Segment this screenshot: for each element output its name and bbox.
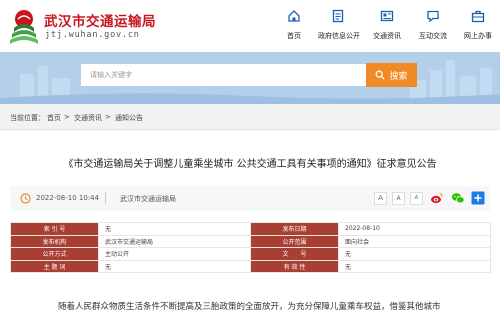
breadcrumb-traffic-news[interactable]: 交通资讯 <box>74 113 102 123</box>
article-source: 武汉市交通运输局 <box>120 195 176 203</box>
info-key: 公开范围 <box>250 234 339 248</box>
chat-icon <box>427 10 439 23</box>
nav-home-label: 首页 <box>287 32 301 40</box>
nav-interaction-label: 互动交流 <box>419 32 447 40</box>
info-key: 发布机构 <box>10 234 99 248</box>
home-icon <box>288 10 300 22</box>
article-body-paragraph: 随着人民群众物质生活条件不断提高及三胎政策的全面放开，为充分保障儿童乘车权益，借… <box>58 302 441 312</box>
nav-online-service[interactable]: 网上办事 <box>458 9 498 45</box>
wuhan-transport-logo-icon[interactable] <box>8 6 40 46</box>
search-button[interactable]: 搜索 <box>366 63 417 87</box>
nav-online-service-label: 网上办事 <box>464 32 492 40</box>
nav-gov-info[interactable]: 政府信息公开 <box>318 9 360 45</box>
meta-divider <box>105 192 106 204</box>
nav-traffic-news-label: 交通资讯 <box>373 32 401 40</box>
breadcrumb-notices[interactable]: 通知公告 <box>115 113 143 123</box>
breadcrumb-separator: > <box>64 113 70 121</box>
nav-home[interactable]: 首页 <box>274 9 314 45</box>
info-key: 发布日期 <box>250 222 339 236</box>
weibo-icon[interactable] <box>430 191 444 205</box>
font-size-large-button[interactable]: A <box>374 192 387 205</box>
article-meta-bar: 2022-08-10 10:44 武汉市交通运输局 A A A <box>10 186 490 211</box>
info-key: 文 号 <box>250 247 339 261</box>
site-url: jtj.wuhan.gov.cn <box>45 30 140 40</box>
table-row: 公开方式 主动公开 文 号 无 <box>10 247 491 261</box>
document-icon <box>332 9 344 23</box>
info-key: 索 引 号 <box>10 222 99 236</box>
font-size-small-button[interactable]: A <box>410 192 423 205</box>
search-button-label: 搜索 <box>389 71 408 82</box>
info-key: 主 题 词 <box>10 259 99 273</box>
table-row: 索 引 号 无 发布日期 2022-08-10 <box>10 222 491 236</box>
nav-traffic-news[interactable]: 交通资讯 <box>367 9 407 45</box>
breadcrumb-prefix: 当前位置： <box>10 114 45 122</box>
table-row: 主 题 词 无 有 效 性 无 <box>10 259 491 273</box>
page-title: 《市交通运输局关于调整儿童乘坐城市 公共交通工具有关事项的通知》征求意见公告 <box>63 159 437 170</box>
table-row: 发布机构 武汉市交通运输局 公开范围 面向社会 <box>10 234 491 248</box>
info-value: 面向社会 <box>338 234 491 248</box>
info-key: 公开方式 <box>10 247 99 261</box>
search-input[interactable] <box>81 64 366 86</box>
wechat-icon[interactable] <box>451 191 465 205</box>
breadcrumb: 当前位置： 首页 > 交通资讯 > 通知公告 <box>0 104 500 130</box>
publish-date: 2022-08-10 10:44 <box>36 194 100 202</box>
site-header: 武汉市交通运输局 jtj.wuhan.gov.cn 首页 政府信息公开 交通资讯… <box>0 0 500 52</box>
info-value: 无 <box>338 247 491 261</box>
more-share-icon[interactable] <box>471 191 485 205</box>
font-size-medium-button[interactable]: A <box>392 192 405 205</box>
breadcrumb-home[interactable]: 首页 <box>47 113 61 123</box>
search-icon <box>376 70 385 80</box>
document-info-table: 索 引 号 无 发布日期 2022-08-10 发布机构 武汉市交通运输局 公开… <box>10 222 491 273</box>
briefcase-icon <box>471 10 485 23</box>
info-value: 无 <box>98 222 251 236</box>
site-name[interactable]: 武汉市交通运输局 <box>44 10 156 30</box>
news-icon <box>380 10 394 22</box>
info-key: 有 效 性 <box>250 259 339 273</box>
info-value: 无 <box>338 259 491 273</box>
info-value: 主动公开 <box>98 247 251 261</box>
nav-interaction[interactable]: 互动交流 <box>413 9 453 45</box>
info-value: 2022-08-10 <box>338 222 491 236</box>
clock-icon <box>20 193 31 204</box>
breadcrumb-separator: > <box>105 113 111 121</box>
info-value: 无 <box>98 259 251 273</box>
info-value: 武汉市交通运输局 <box>98 234 251 248</box>
nav-gov-info-label: 政府信息公开 <box>318 32 360 40</box>
